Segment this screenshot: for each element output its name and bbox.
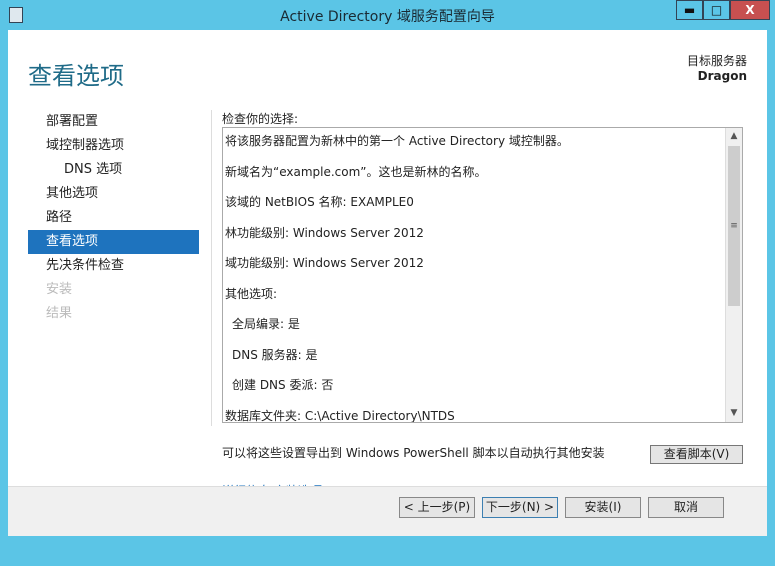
step-other-options[interactable]: 其他选项 xyxy=(28,182,199,206)
scrollbar[interactable]: ▲ ≡ ▼ xyxy=(725,128,742,422)
step-deployment[interactable]: 部署配置 xyxy=(28,110,199,134)
view-script-button[interactable]: 查看脚本(V) xyxy=(650,445,743,464)
maximize-button[interactable]: □ xyxy=(703,0,730,20)
wizard-body: 查看选项 目标服务器 Dragon 部署配置 域控制器选项 DNS 选项 其他选… xyxy=(8,30,767,516)
footer: < 上一步(P) 下一步(N) > 安装(I) 取消 xyxy=(8,486,767,536)
target-server-label: 目标服务器 xyxy=(686,54,747,68)
cancel-button[interactable]: 取消 xyxy=(648,497,724,518)
review-line: 将该服务器配置为新林中的第一个 Active Directory 域控制器。 xyxy=(225,134,569,148)
review-line: 其他选项: xyxy=(225,286,278,301)
step-dns-options[interactable]: DNS 选项 xyxy=(28,158,199,182)
step-prereq-check[interactable]: 先决条件检查 xyxy=(28,254,199,278)
step-paths[interactable]: 路径 xyxy=(28,206,199,230)
minimize-button[interactable]: ▬ xyxy=(676,0,703,20)
target-server-name: Dragon xyxy=(697,69,747,83)
step-install: 安装 xyxy=(46,282,73,297)
review-line: 新域名为“example.com”。这也是新林的名称。 xyxy=(225,164,487,179)
export-text: 可以将这些设置导出到 Windows PowerShell 脚本以自动执行其他安… xyxy=(222,446,605,460)
target-server: 目标服务器 Dragon xyxy=(687,54,747,84)
scroll-down-icon[interactable]: ▼ xyxy=(726,405,742,422)
review-line: 域功能级别: Windows Server 2012 xyxy=(225,256,424,270)
page-title: 查看选项 xyxy=(28,62,124,90)
review-line: 数据库文件夹: C:\Active Directory\NTDS xyxy=(225,408,455,423)
step-dc-options[interactable]: 域控制器选项 xyxy=(28,134,199,158)
review-line: 创建 DNS 委派: 否 xyxy=(232,378,334,392)
review-line: DNS 服务器: 是 xyxy=(232,347,318,362)
review-line: 全局编录: 是 xyxy=(232,317,300,331)
review-textbox[interactable]: 将该服务器配置为新林中的第一个 Active Directory 域控制器。 新… xyxy=(222,127,743,423)
step-results: 结果 xyxy=(46,306,73,321)
step-review-options[interactable]: 查看选项 xyxy=(28,230,199,254)
scroll-up-icon[interactable]: ▲ xyxy=(726,128,742,145)
review-line: 该域的 NetBIOS 名称: EXAMPLE0 xyxy=(225,195,414,209)
wizard-steps: 部署配置 域控制器选项 DNS 选项 其他选项 路径 查看选项 先决条件检查 安… xyxy=(28,110,199,326)
scroll-thumb[interactable]: ≡ xyxy=(728,146,740,306)
next-button[interactable]: 下一步(N) > xyxy=(482,497,558,518)
divider xyxy=(211,110,212,426)
install-button[interactable]: 安装(I) xyxy=(565,497,641,518)
title-bar: Active Directory 域服务配置向导 ▬ □ X xyxy=(0,0,775,30)
previous-button[interactable]: < 上一步(P) xyxy=(399,497,475,518)
close-button[interactable]: X xyxy=(730,0,770,20)
review-line: 林功能级别: Windows Server 2012 xyxy=(225,225,424,240)
review-label: 检查你的选择: xyxy=(222,112,299,126)
window-title: Active Directory 域服务配置向导 xyxy=(280,9,495,25)
